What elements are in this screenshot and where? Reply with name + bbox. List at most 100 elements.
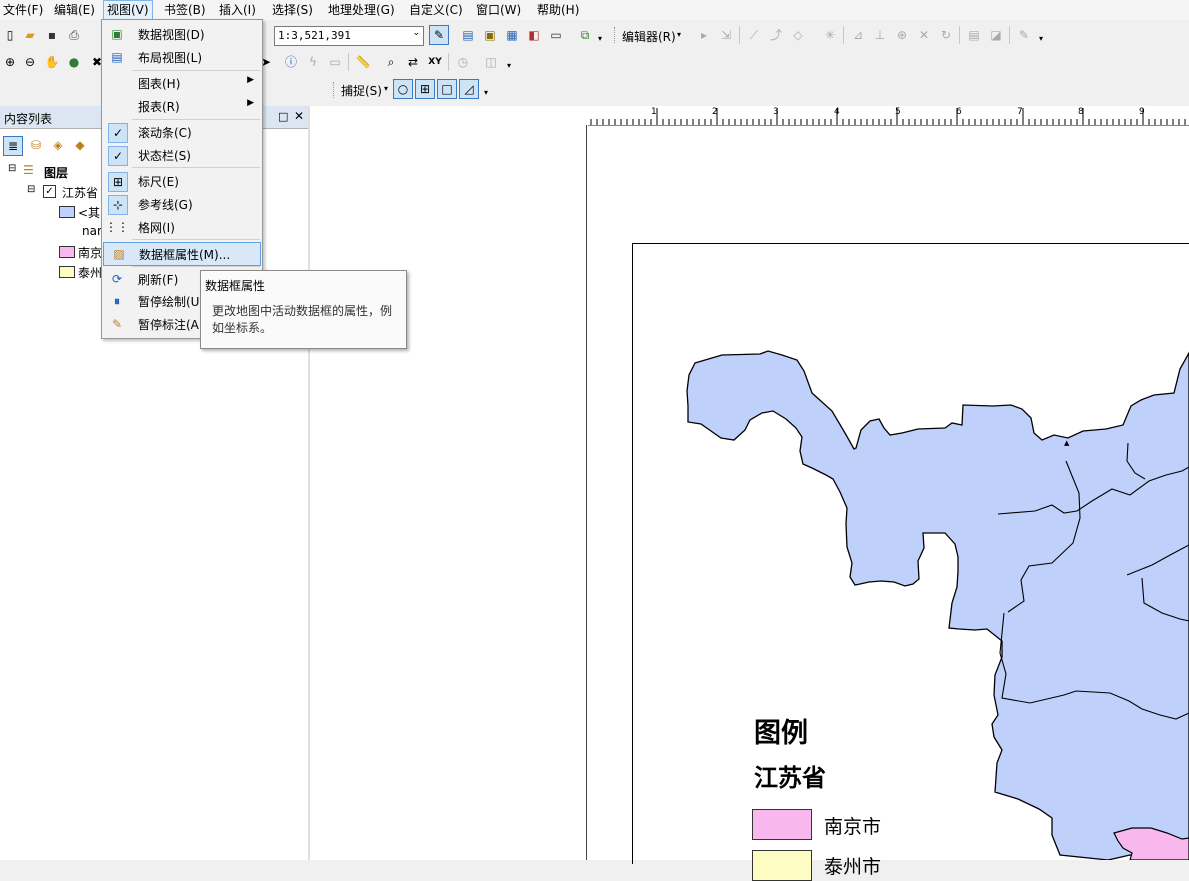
editor-toolbar-icon[interactable]: ✎	[429, 25, 449, 45]
rotate-icon[interactable]: ↻	[937, 26, 955, 44]
viewer-window-icon[interactable]: ◫	[482, 53, 500, 71]
svg-text:▲: ▲	[1064, 439, 1070, 447]
vertex-snapping-icon[interactable]: □	[437, 79, 457, 99]
list-by-visibility-icon[interactable]: ◈	[49, 136, 67, 154]
symbol-swatch-other[interactable]	[59, 206, 75, 218]
menu-item-reports[interactable]: 报表(R) ▶	[102, 95, 262, 117]
save-icon[interactable]: ▪	[43, 26, 61, 44]
menu-separator	[132, 119, 260, 120]
menu-windows[interactable]: 窗口(W)	[473, 0, 524, 20]
edit-annotation-icon[interactable]: ⇲	[717, 26, 735, 44]
legend-swatch-taizhou	[752, 850, 812, 881]
menu-item-grid[interactable]: ⋮⋮ 格网(I)	[102, 216, 262, 238]
menu-item-layout-view[interactable]: ▤ 布局视图(L)	[102, 46, 262, 68]
attributes-icon[interactable]: ▤	[965, 26, 983, 44]
symbol-swatch-nanjing[interactable]	[59, 246, 75, 258]
list-by-source-icon[interactable]: ⛁	[27, 136, 45, 154]
straight-segment-icon[interactable]: ⟋	[745, 26, 763, 44]
ruler-label: 4	[834, 107, 840, 117]
go-to-xy-icon[interactable]: XY	[426, 53, 444, 71]
find-icon[interactable]: ⌕	[382, 53, 400, 71]
restore-icon[interactable]: □	[278, 110, 288, 123]
collapse-icon[interactable]: ⊟	[27, 184, 35, 195]
table-window-icon[interactable]: ▤	[459, 26, 477, 44]
toolbar-options-icon[interactable]: ▾	[507, 61, 511, 70]
horizontal-ruler: 1 2 3 4 5 6 7 8 9	[588, 106, 1189, 126]
layer-name[interactable]: 江苏省	[62, 184, 98, 201]
html-popup-icon[interactable]: ▭	[326, 53, 344, 71]
toolbar-options-icon[interactable]: ▾	[484, 88, 488, 97]
menu-bookmarks[interactable]: 书签(B)	[161, 0, 209, 20]
split-tool-icon[interactable]: ✕	[915, 26, 933, 44]
trace-icon[interactable]: ◇	[789, 26, 807, 44]
toolbar-options-icon[interactable]: ▾	[1039, 34, 1043, 43]
pan-icon[interactable]: ✋	[43, 53, 61, 71]
edge-snapping-icon[interactable]: ◿	[459, 79, 479, 99]
identify-icon[interactable]: ⓘ	[282, 53, 300, 71]
data-frame-label[interactable]: 图层	[44, 164, 68, 181]
scale-combobox[interactable]: 1:3,521,391 ⌄	[274, 26, 424, 46]
point-snapping-icon[interactable]: ○	[393, 79, 413, 99]
menu-insert[interactable]: 插入(I)	[216, 0, 259, 20]
catalog-icon[interactable]: ▣	[481, 26, 499, 44]
collapse-icon[interactable]: ⊟	[8, 163, 16, 174]
time-slider-icon[interactable]: ◷	[454, 53, 472, 71]
reshape-icon[interactable]: ⊥	[871, 26, 889, 44]
arctoolbox-icon[interactable]: ◧	[525, 26, 543, 44]
create-features-icon[interactable]: ✎	[1015, 26, 1033, 44]
modelbuilder-icon[interactable]: ⧉	[576, 26, 594, 44]
menu-item-data-frame-properties[interactable]: ▨ 数据框属性(M)...	[103, 242, 261, 266]
edit-vertices-icon[interactable]: ⊿	[849, 26, 867, 44]
menu-customize[interactable]: 自定义(C)	[406, 0, 466, 20]
print-icon[interactable]: ⎙	[65, 26, 83, 44]
pane-splitter[interactable]	[308, 106, 310, 860]
menu-geoprocessing[interactable]: 地理处理(G)	[325, 0, 398, 20]
menu-item-status-bar[interactable]: ✓ 状态栏(S)	[102, 144, 262, 166]
menu-item-graphs[interactable]: 图表(H) ▶	[102, 72, 262, 94]
end-snapping-icon[interactable]: ⊞	[415, 79, 435, 99]
python-window-icon[interactable]: ▭	[547, 26, 565, 44]
full-extent-icon[interactable]: ●	[65, 53, 83, 71]
list-by-selection-icon[interactable]: ◆	[71, 136, 89, 154]
new-document-icon[interactable]: ▯	[1, 26, 19, 44]
edit-tool-icon[interactable]: ▸	[695, 26, 713, 44]
map-canvas[interactable]: ▲	[632, 243, 1189, 860]
menu-separator	[132, 239, 260, 240]
layers-icon: ☰	[23, 163, 34, 177]
open-folder-icon[interactable]: ▰	[21, 26, 39, 44]
endpoint-arc-icon[interactable]: ⤴	[767, 26, 785, 44]
menu-view[interactable]: 视图(V)	[103, 0, 153, 20]
symbol-swatch-taizhou[interactable]	[59, 266, 75, 278]
toolbar-grip[interactable]	[333, 82, 337, 98]
toolbar-options-icon[interactable]: ▾	[598, 34, 602, 43]
measure-icon[interactable]: 📏	[354, 53, 372, 71]
hyperlink-icon[interactable]: ϟ	[304, 53, 322, 71]
menu-file[interactable]: 文件(F)	[0, 0, 46, 20]
ruler-ticks	[590, 108, 1186, 125]
menu-help[interactable]: 帮助(H)	[534, 0, 582, 20]
zoom-out-icon[interactable]: ⊖	[21, 53, 39, 71]
layer-visibility-checkbox[interactable]: ✓	[43, 185, 56, 198]
menu-selection[interactable]: 选择(S)	[269, 0, 316, 20]
menu-item-scrollbars[interactable]: ✓ 滚动条(C)	[102, 121, 262, 143]
sketch-properties-icon[interactable]: ◪	[987, 26, 1005, 44]
layout-view-icon: ▤	[111, 50, 123, 64]
zoom-in-icon[interactable]: ⊕	[1, 53, 19, 71]
legend-title[interactable]: 图例	[754, 711, 808, 750]
menu-edit[interactable]: 编辑(E)	[51, 0, 98, 20]
menu-item-data-view[interactable]: ▣ 数据视图(D)	[102, 23, 262, 45]
snapping-menu-button[interactable]: 捕捉(S)	[341, 82, 382, 99]
cut-polygons-icon[interactable]: ⊕	[893, 26, 911, 44]
list-by-drawing-order-icon[interactable]: ≣	[3, 136, 23, 156]
toolbar-grip[interactable]	[614, 27, 618, 43]
editor-menu-button[interactable]: 编辑器(R)	[622, 28, 676, 45]
menu-item-guides[interactable]: ⊹ 参考线(G)	[102, 193, 262, 215]
layout-view[interactable]: 1 2 3 4 5 6 7 8 9 ▲ 图例 江苏省 南京市 泰州市	[310, 106, 1189, 881]
close-icon[interactable]: ✕	[294, 109, 304, 123]
menu-separator	[132, 70, 260, 71]
menu-item-rulers[interactable]: ⊞ 标尺(E)	[102, 170, 262, 192]
point-icon[interactable]: ✳	[821, 26, 839, 44]
search-window-icon[interactable]: ▦	[503, 26, 521, 44]
find-route-icon[interactable]: ⇄	[404, 53, 422, 71]
page-edge	[586, 125, 587, 860]
